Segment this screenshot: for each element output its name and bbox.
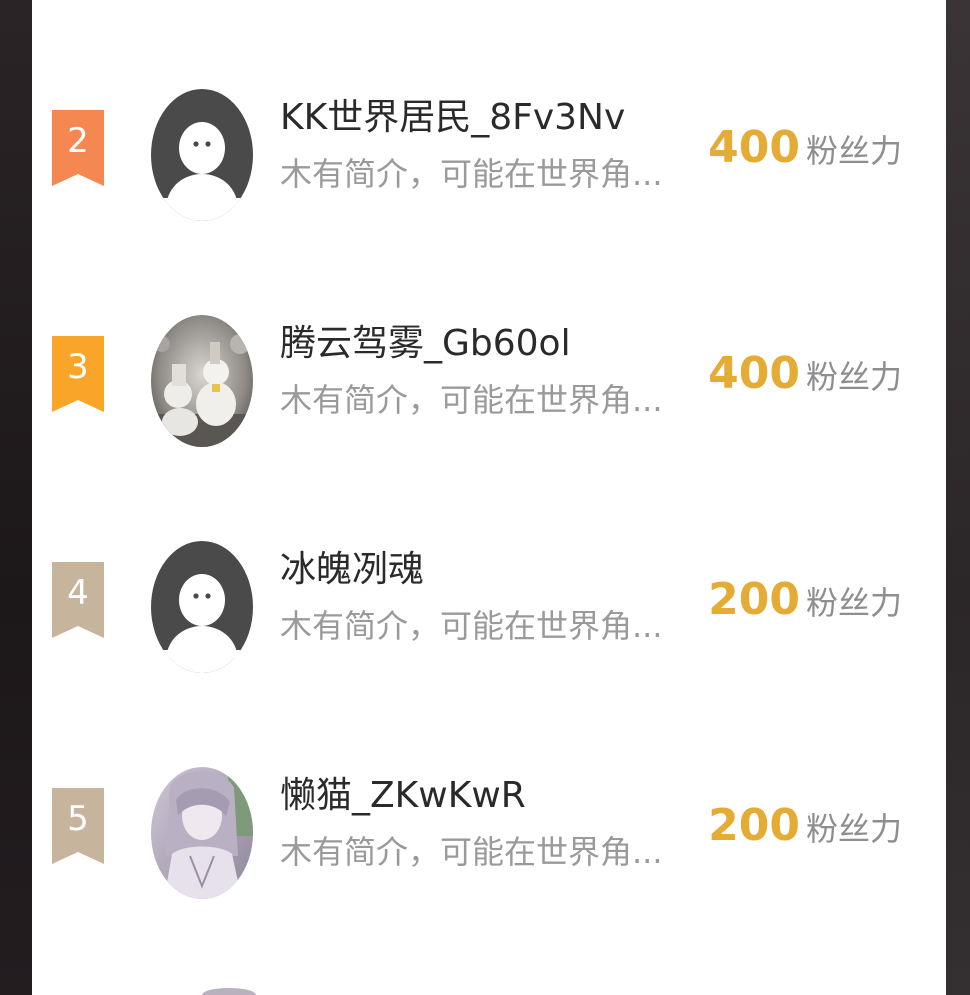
next-avatar-peek <box>202 988 256 995</box>
anime-character-photo <box>151 767 253 899</box>
background-left-edge <box>0 0 32 995</box>
fans-unit: 粉丝力 <box>805 584 902 622</box>
list-item[interactable]: 3 腾云驾雾_Gb60ol 木有简介，可能在世界角... 400 粉丝力 <box>32 296 946 447</box>
snowman-photo <box>151 315 253 447</box>
fans-count: 400 <box>708 122 800 173</box>
avatar[interactable] <box>150 88 254 222</box>
rank-number: 4 <box>67 573 89 613</box>
avatar[interactable] <box>150 540 254 674</box>
fans-power: 200 粉丝力 <box>708 572 902 631</box>
avatar[interactable] <box>150 314 254 448</box>
fans-power: 200 粉丝力 <box>708 798 902 857</box>
rank-badge: 3 <box>52 336 104 412</box>
fans-power: 400 粉丝力 <box>708 120 902 179</box>
avatar[interactable] <box>150 766 254 900</box>
user-name[interactable]: KK世界居民_8Fv3Nv <box>280 94 700 142</box>
rank-badge: 5 <box>52 788 104 864</box>
fans-unit: 粉丝力 <box>805 810 902 848</box>
default-avatar-icon <box>151 89 253 221</box>
rank-badge: 2 <box>52 110 104 186</box>
list-item[interactable]: 2 KK世界居民_8Fv3Nv 木有简介，可能在世界角... 400 粉丝力 <box>32 70 946 221</box>
fans-power: 400 粉丝力 <box>708 346 902 405</box>
list-item[interactable]: 4 冰魄冽魂 木有简介，可能在世界角... 200 粉丝力 <box>32 522 946 673</box>
background-right-edge <box>946 0 970 995</box>
fans-count: 200 <box>708 574 800 625</box>
fans-unit: 粉丝力 <box>805 132 902 170</box>
user-bio: 木有简介，可能在世界角... <box>280 155 663 193</box>
user-name[interactable]: 懒猫_ZKwKwR <box>280 772 700 820</box>
user-bio: 木有简介，可能在世界角... <box>280 381 663 419</box>
rank-badge: 4 <box>52 562 104 638</box>
user-bio: 木有简介，可能在世界角... <box>280 607 663 645</box>
fans-count: 400 <box>708 348 800 399</box>
rank-number: 3 <box>67 347 89 387</box>
fans-unit: 粉丝力 <box>805 358 902 396</box>
list-item[interactable]: 5 懒猫_ZKwKwR 木有简介，可能在世界角... 200 粉丝力 <box>32 748 946 899</box>
user-name[interactable]: 腾云驾雾_Gb60ol <box>280 320 700 368</box>
default-avatar-icon <box>151 541 253 673</box>
fans-count: 200 <box>708 800 800 851</box>
user-bio: 木有简介，可能在世界角... <box>280 833 663 871</box>
rank-number: 5 <box>67 799 89 839</box>
fans-ranking-list: 2 KK世界居民_8Fv3Nv 木有简介，可能在世界角... 400 粉丝力 3… <box>32 0 946 995</box>
user-name[interactable]: 冰魄冽魂 <box>280 546 700 594</box>
rank-number: 2 <box>67 121 89 161</box>
